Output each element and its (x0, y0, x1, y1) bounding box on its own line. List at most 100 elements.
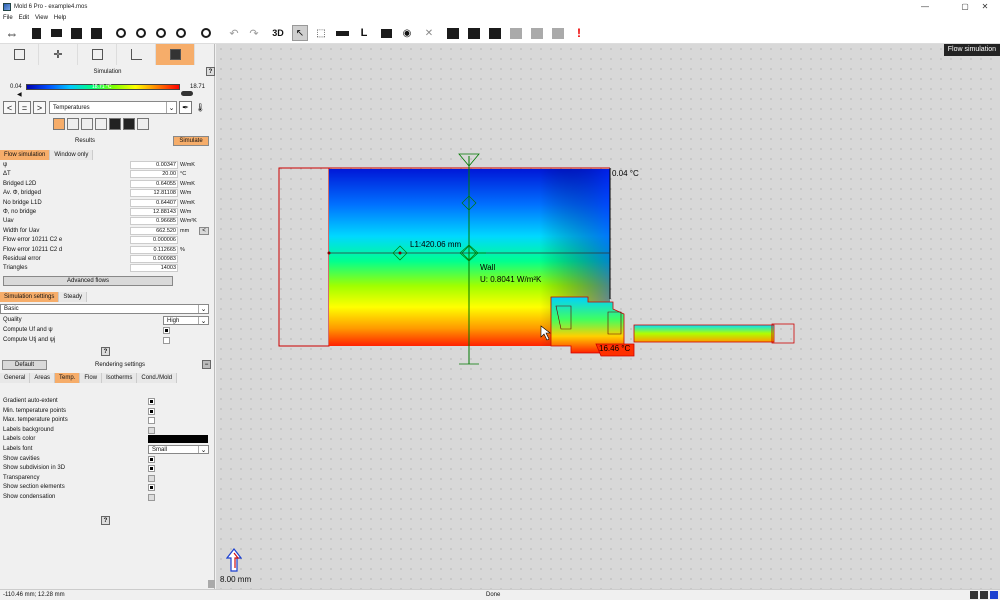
mode-materials-icon[interactable] (78, 44, 117, 65)
tab-cond-mold[interactable]: Cond./Mold (137, 373, 178, 383)
warning-icon[interactable]: ! (571, 25, 587, 41)
minimize-button[interactable]: — (910, 0, 940, 13)
render-tabs: General Areas Temp. Flow Isotherms Cond.… (0, 373, 215, 383)
mode-geometry-icon[interactable] (0, 44, 39, 65)
simulation-mode-select[interactable]: Basic ⌄ (0, 304, 209, 314)
glazing-section[interactable] (633, 324, 775, 343)
menu-view[interactable]: View (35, 15, 48, 21)
default-button[interactable]: Default (2, 360, 47, 370)
compute-ug-row: Compute Utj and ψj (0, 336, 215, 345)
result-value: 0.96685 (130, 217, 178, 226)
advanced-flows-button[interactable]: Advanced flows (3, 276, 173, 286)
frame-left-icon[interactable] (445, 25, 461, 41)
menu-edit[interactable]: Edit (19, 15, 29, 21)
style-solid-icon[interactable] (109, 118, 121, 130)
display-select[interactable]: Temperatures ⌄ (49, 101, 177, 114)
mode-move-icon[interactable]: ✛ (39, 44, 78, 65)
drawing-canvas[interactable]: 0.04 °C L1:420.06 mm Wall U: 0.8041 W/m²… (216, 44, 1000, 589)
tab-simulation-settings[interactable]: Simulation settings (0, 292, 60, 302)
zoom-in-icon[interactable] (133, 25, 149, 41)
tab-general[interactable]: General (0, 373, 31, 383)
save-as-icon[interactable] (88, 25, 104, 41)
labels-font-select[interactable]: Small ⌄ (148, 445, 209, 454)
option-checkbox[interactable] (148, 474, 155, 482)
prev-button[interactable]: < (3, 101, 16, 114)
snap-icon[interactable] (980, 591, 988, 599)
pipette-icon[interactable]: ✒ (179, 101, 192, 114)
arrows-icon[interactable]: ⇔ (4, 25, 20, 41)
frame-middle-icon[interactable] (466, 25, 482, 41)
zoom-window-icon[interactable] (173, 25, 189, 41)
redo-icon[interactable]: ↷ (246, 25, 262, 41)
result-label: Residual error (3, 256, 41, 262)
close-button[interactable]: ✕ (970, 0, 1000, 13)
tab-window-only[interactable]: Window only (50, 150, 94, 160)
hide-icon[interactable]: ✕ (421, 25, 437, 41)
frame-right-icon[interactable] (487, 25, 503, 41)
option-checkbox[interactable] (148, 465, 155, 473)
frame-top-icon[interactable] (508, 25, 524, 41)
option-checkbox[interactable] (148, 426, 155, 434)
frame-all-icon[interactable] (550, 25, 566, 41)
render-option-label: Show condensation (3, 494, 56, 500)
result-label: Av. Φ, bridged (3, 190, 41, 197)
save-icon[interactable] (68, 25, 84, 41)
menu-help[interactable]: Help (54, 15, 66, 21)
style-lines-icon[interactable] (67, 118, 79, 130)
zoom-fit-icon[interactable] (113, 25, 129, 41)
option-checkbox[interactable] (148, 494, 155, 501)
zoom-all-icon[interactable] (198, 25, 214, 41)
frame-bottom-icon[interactable] (529, 25, 545, 41)
gradient-left-handle-icon[interactable]: ◀ (17, 91, 22, 98)
option-checkbox[interactable] (148, 417, 155, 425)
option-checkbox[interactable] (148, 398, 155, 405)
tab-isotherms[interactable]: Isotherms (102, 373, 138, 383)
gradient-right-handle[interactable] (181, 91, 193, 96)
gradient-mid: 18.71 °C (92, 84, 112, 90)
panel-scrollbar[interactable] (208, 580, 215, 588)
select-area-icon[interactable]: ⬚ (313, 25, 329, 41)
eye-icon[interactable]: ◉ (399, 25, 415, 41)
new-file-icon[interactable] (28, 25, 44, 41)
result-value: 0.000983 (130, 255, 178, 263)
style-drop-icon[interactable] (123, 118, 135, 130)
tab-flow-simulation[interactable]: Flow simulation (0, 150, 51, 160)
compute-ug-checkbox[interactable] (163, 337, 170, 344)
tab-temp[interactable]: Temp. (55, 373, 81, 383)
style-gradient-icon[interactable] (53, 118, 65, 130)
quality-select[interactable]: High ⌄ (163, 316, 209, 325)
style-empty-icon[interactable] (137, 118, 149, 130)
comment-icon[interactable] (378, 25, 394, 41)
option-checkbox[interactable] (148, 484, 155, 492)
select-cursor-icon[interactable]: ↖ (292, 25, 308, 41)
labels-color-swatch[interactable] (148, 435, 208, 444)
tab-flow[interactable]: Flow (80, 373, 103, 383)
mode-simulation-icon[interactable] (156, 44, 195, 65)
option-checkbox[interactable] (148, 407, 155, 415)
tab-areas[interactable]: Areas (30, 373, 56, 383)
style-bands-icon[interactable] (81, 118, 93, 130)
angle-icon[interactable]: L (356, 25, 372, 41)
help-button[interactable]: ? (101, 516, 110, 525)
open-folder-icon[interactable] (48, 25, 64, 41)
compute-uf-checkbox[interactable] (163, 327, 170, 334)
width-edit-icon[interactable]: < (199, 227, 209, 235)
option-checkbox[interactable] (148, 455, 155, 463)
thermometer-icon[interactable]: 🌡 (194, 101, 207, 114)
menu-file[interactable]: File (3, 15, 13, 21)
zoom-out-icon[interactable] (153, 25, 169, 41)
3d-view-button[interactable]: 3D (270, 25, 286, 41)
help-button[interactable]: ? (101, 347, 110, 356)
grid-icon[interactable] (970, 591, 978, 599)
help-button[interactable]: ? (206, 67, 215, 76)
equal-button[interactable]: = (18, 101, 31, 114)
simulate-button[interactable]: Simulate (173, 136, 209, 146)
mode-boundaries-icon[interactable] (117, 44, 156, 65)
collapse-icon[interactable]: − (202, 360, 211, 369)
undo-icon[interactable]: ↶ (226, 25, 242, 41)
ruler-icon[interactable] (334, 25, 350, 41)
next-button[interactable]: > (33, 101, 46, 114)
tab-steady[interactable]: Steady (59, 292, 88, 302)
style-isotherms-icon[interactable] (95, 118, 107, 130)
axes-icon[interactable] (990, 591, 998, 599)
